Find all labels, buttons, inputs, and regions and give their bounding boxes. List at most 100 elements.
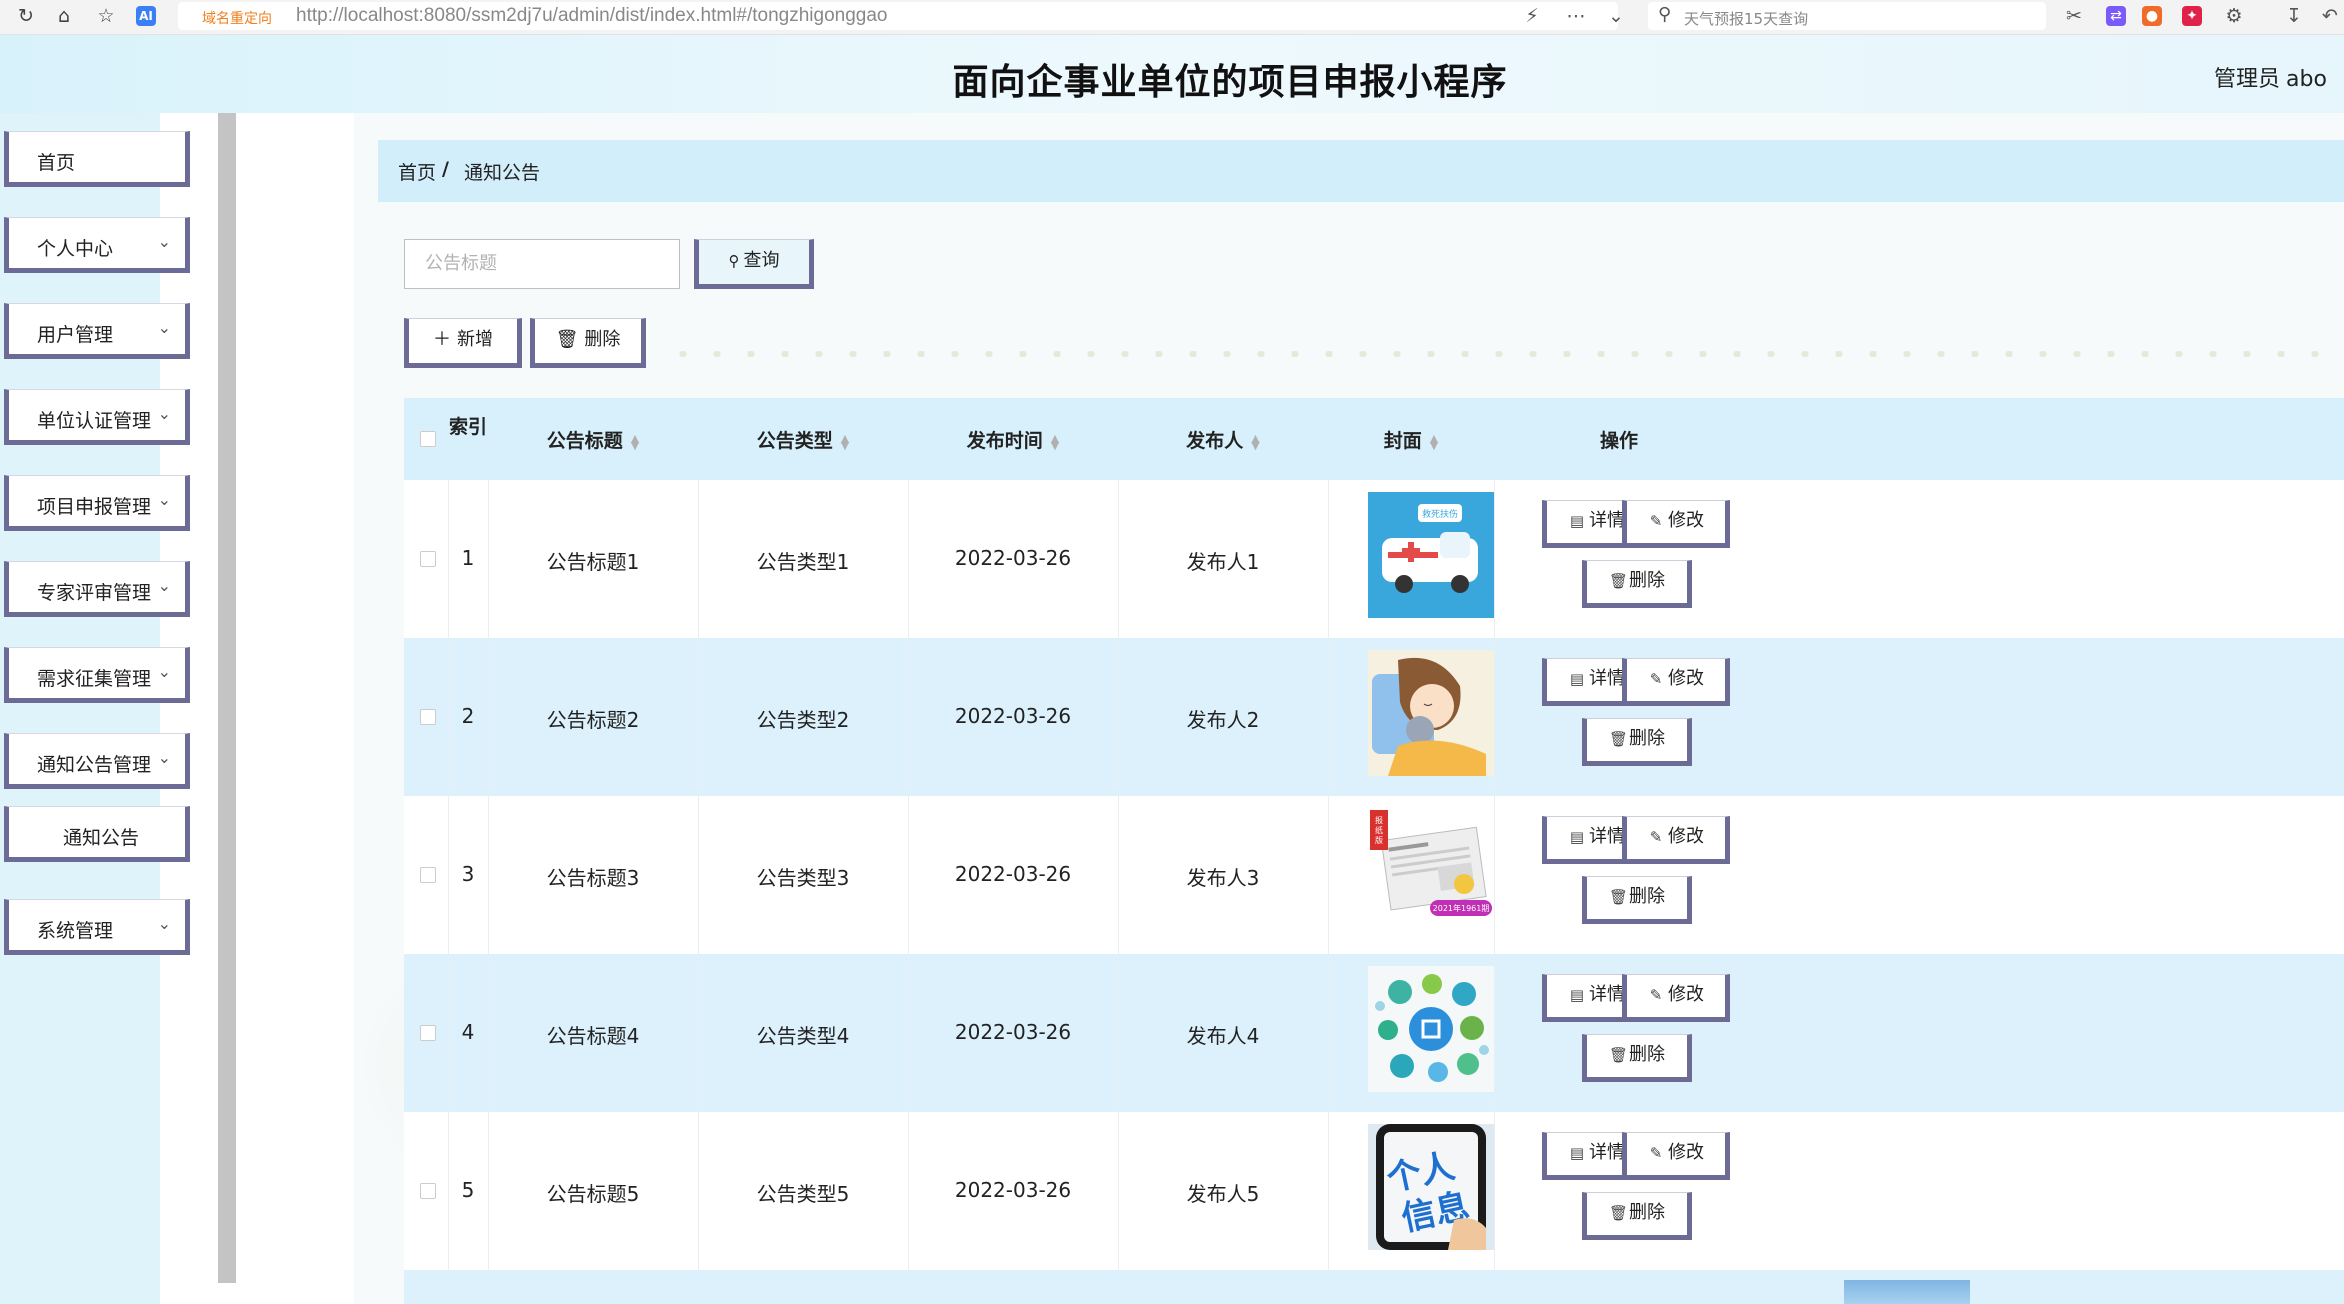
edit-button[interactable]: ✎ 修改 [1622,974,1730,1022]
cell-time: 2022-03-26 [954,862,1072,886]
edit-button[interactable]: ✎ 修改 [1622,658,1730,706]
more-dots-icon[interactable]: ⋯ [1564,4,1588,28]
home-icon[interactable]: ⌂ [52,4,76,28]
column-publisher[interactable]: 发布人 ▲ ▼ [1118,398,1328,480]
trash-icon: 🗑 [1609,888,1629,906]
breadcrumb: 首页 / 通知公告 [378,140,2344,202]
svg-text:版: 版 [1375,835,1383,845]
table-row: 5 公告标题5 公告类型5 2022-03-26 发布人5 个人 信息 ▤ 详情 ✎ 修改 🗑删除 [404,1112,2344,1270]
sidebar-item-label: 需求征集管理 [37,668,152,690]
cell-type: 公告类型5 [756,1182,850,1206]
row-checkbox[interactable] [420,1183,436,1199]
sidebar-item-label: 通知公告管理 [37,754,152,776]
pencil-icon: ✎ [1649,670,1663,688]
select-all-checkbox[interactable] [420,431,436,447]
sort-icon: ▲ ▼ [1251,431,1260,452]
browser-search-box[interactable]: ⚲ 天气预报15天查询 [1648,2,2046,30]
search-button[interactable]: ⚲ 查询 [694,239,814,289]
app-header: 面向企事业单位的项目申报小程序 管理员 abo [0,35,2344,113]
cell-time: 2022-03-26 [954,1178,1072,1202]
url-path: :8080/ssm2dj7u/admin/dist/index.html#/to… [418,5,888,26]
table-header: 索引 公告标题 ▲ ▼ 公告类型 ▲ ▼ 发布时间 ▲ ▼ 发布人 ▲ ▼ 封面 ▲ ▼ 操作 [404,398,2344,480]
notice-title-search[interactable] [404,239,680,289]
cell-index: 2 [461,704,475,728]
cell-time: 2022-03-26 [954,704,1072,728]
column-actions: 操作 [1599,430,1638,452]
chevron-down-icon: ⌄ [157,914,171,933]
add-button-label: 新增 [457,329,493,350]
column-type[interactable]: 公告类型 ▲ ▼ [698,398,908,480]
column-title[interactable]: 公告标题 ▲ ▼ [488,398,698,480]
sidebar-item-personal-center[interactable]: 个人中心 ⌄ [4,217,190,273]
sidebar-item-unit-certification[interactable]: 单位认证管理 ⌄ [4,389,190,445]
lightning-icon[interactable]: ⚡ [1520,4,1544,28]
sidebar-item-project-application[interactable]: 项目申报管理 ⌄ [4,475,190,531]
chevron-down-icon[interactable]: ⌄ [1604,4,1628,28]
sidebar-item-expert-review[interactable]: 专家评审管理 ⌄ [4,561,190,617]
puzzle-icon[interactable]: ⚙ [2222,4,2246,28]
svg-text:纸: 纸 [1375,825,1383,835]
browser-search-placeholder: 天气预报15天查询 [1684,10,1809,28]
url-host: http://localhost [296,5,419,26]
pencil-icon: ✎ [1649,512,1663,530]
sidebar-spacer [236,113,354,1304]
row-checkbox[interactable] [420,1025,436,1041]
url-text[interactable]: http://localhost:8080/ssm2dj7u/admin/dis… [296,5,888,27]
sidebar-item-demand-collection[interactable]: 需求征集管理 ⌄ [4,647,190,703]
redirect-label: 域名重定向 [202,11,272,27]
sort-icon: ▲ ▼ [1050,431,1060,452]
edit-button[interactable]: ✎ 修改 [1622,500,1730,548]
sidebar-item-notice-management[interactable]: 通知公告管理 ⌄ [4,733,190,789]
row-checkbox[interactable] [420,709,436,725]
column-index: 索引 [448,416,487,438]
sidebar-item-user-management[interactable]: 用户管理 ⌄ [4,303,190,359]
extension-icon[interactable]: ✦ [2182,6,2202,26]
delete-button[interactable]: 🗑删除 [1582,1034,1692,1082]
delete-button[interactable]: 🗑删除 [1582,560,1692,608]
delete-button[interactable]: 🗑删除 [1582,718,1692,766]
column-time[interactable]: 发布时间 ▲ ▼ [908,398,1118,480]
row-checkbox[interactable] [420,551,436,567]
cell-index: 5 [461,1178,475,1202]
back-icon[interactable]: ↶ [2318,4,2342,28]
sidebar-item-label: 通知公告 [63,827,140,849]
column-cover[interactable]: 封面 ▲ ▼ [1328,398,1494,480]
scissors-icon[interactable]: ✂ [2062,4,2086,28]
sidebar-item-home[interactable]: 首页 [4,131,190,187]
user-info[interactable]: 管理员 abo [2208,61,2327,93]
sidebar-item-system-management[interactable]: 系统管理 ⌄ [4,899,190,955]
edit-button[interactable]: ✎ 修改 [1622,1132,1730,1180]
search-icon: ⚲ [728,252,740,270]
cover-image: 个人 信息 [1368,1124,1494,1250]
cell-publisher: 发布人3 [1186,866,1260,890]
breadcrumb-home[interactable]: 首页 [398,158,436,185]
sidebar-item-label: 个人中心 [37,238,114,260]
search-input[interactable] [423,240,677,286]
sidebar-subitem-notice[interactable]: 通知公告 [4,806,190,862]
batch-delete-button[interactable]: 🗑 删除 [530,318,646,368]
delete-button[interactable]: 🗑删除 [1582,1192,1692,1240]
plus-icon: ＋ [433,329,451,350]
table-row-partial [404,1270,2344,1304]
favorite-star-icon[interactable]: ☆ [94,4,118,28]
translate-extension-icon[interactable]: ⇄ [2106,6,2126,26]
document-icon: ▤ [1569,512,1585,530]
game-extension-icon[interactable]: ● [2142,6,2162,26]
sort-icon: ▲ ▼ [630,431,640,452]
user-name: abo [2286,67,2327,92]
delete-button[interactable]: 🗑删除 [1582,876,1692,924]
edit-button[interactable]: ✎ 修改 [1622,816,1730,864]
svg-text:救死扶伤: 救死扶伤 [1422,508,1458,520]
add-button[interactable]: ＋ 新增 [404,318,522,368]
address-bar[interactable]: 域名重定向 http://localhost:8080/ssm2dj7u/adm… [178,2,1618,30]
cell-type: 公告类型2 [756,708,850,732]
download-icon[interactable]: ↧ [2282,4,2306,28]
cover-image: 报纸版 2021年1961期 [1368,808,1494,934]
trash-icon: 🗑 [1609,1204,1629,1222]
document-icon: ▤ [1569,828,1585,846]
reload-icon[interactable]: ↻ [14,4,38,28]
sidebar-scrollbar[interactable] [218,113,236,1283]
ai-assistant-icon[interactable]: AI [136,6,156,26]
row-checkbox[interactable] [420,867,436,883]
sidebar-item-label: 专家评审管理 [37,582,152,604]
